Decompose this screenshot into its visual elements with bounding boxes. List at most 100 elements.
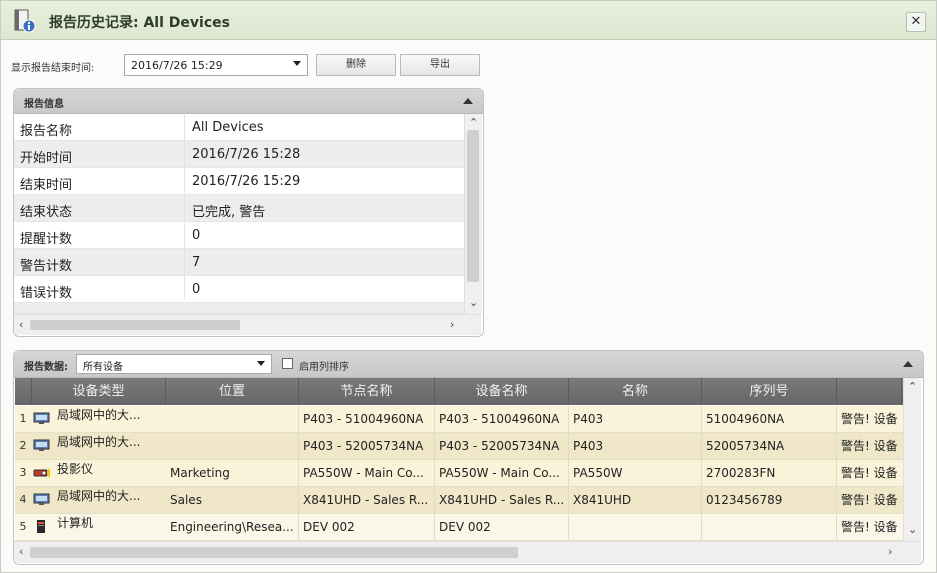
export-button[interactable]: 导出 — [400, 54, 480, 76]
table-row[interactable]: 2 局域网中的大... P403 - 52005734NA P403 - 520… — [15, 433, 918, 460]
scroll-right-icon[interactable]: › — [450, 319, 454, 331]
info-row: 结束时间 2016/7/26 15:29 — [14, 168, 464, 195]
name-cell: PA550W — [569, 460, 702, 486]
info-row: 通知 — [14, 303, 464, 314]
column-divider — [184, 113, 185, 299]
collapse-icon[interactable] — [463, 98, 473, 104]
row-number: 2 — [19, 439, 27, 452]
name-cell: P403 — [569, 406, 702, 432]
device-filter-select[interactable]: 所有设备 — [76, 354, 272, 374]
serial-cell: 2700283FN — [702, 460, 837, 486]
status-cell: 警告! 设备 — [841, 466, 898, 480]
info-value: 2016/7/26 15:29 — [192, 174, 301, 189]
scroll-thumb[interactable] — [30, 320, 240, 330]
info-key: 错误计数 — [20, 286, 73, 301]
end-time-label: 显示报告结束时间: — [11, 63, 95, 74]
serial-cell — [702, 514, 837, 540]
end-time-value: 2016/7/26 15:29 — [131, 59, 223, 72]
location-cell: Engineering\Resea... — [166, 514, 299, 540]
name-cell — [569, 514, 702, 540]
info-row: 提醒计数 0 — [14, 222, 464, 249]
scroll-down-icon[interactable]: ⌄ — [469, 297, 478, 309]
device-name-cell: X841UHD - Sales R... — [435, 487, 569, 513]
grid-vertical-scrollbar[interactable]: ⌃ ⌄ — [903, 378, 921, 541]
enable-sort-checkbox[interactable] — [282, 358, 293, 369]
device-name-cell: PA550W - Main Co... — [435, 460, 569, 486]
delete-button[interactable]: 删除 — [316, 54, 396, 76]
table-row[interactable]: 4 局域网中的大... Sales X841UHD - Sales R... X… — [15, 487, 918, 514]
info-horizontal-scrollbar[interactable]: ‹ › — [14, 314, 481, 335]
scroll-left-icon[interactable]: ‹ — [19, 319, 23, 331]
column-header[interactable]: 设备类型 — [32, 378, 166, 405]
node-name-cell: PA550W - Main Co... — [299, 460, 435, 486]
node-name-cell: P403 - 51004960NA — [299, 406, 435, 432]
report-info-header: 报告信息 — [14, 89, 483, 114]
table-row[interactable]: 1 局域网中的大... P403 - 51004960NA P403 - 510… — [15, 406, 918, 433]
serial-cell: 51004960NA — [702, 406, 837, 432]
name-cell: P403 — [569, 433, 702, 459]
collapse-icon[interactable] — [903, 361, 913, 367]
computer-icon — [37, 520, 45, 533]
status-cell: 警告! 设备 — [841, 493, 898, 507]
scroll-thumb[interactable] — [467, 130, 479, 282]
close-icon: ✕ — [910, 14, 922, 29]
column-header[interactable]: 位置 — [166, 378, 299, 405]
info-value: All Devices — [192, 120, 264, 135]
column-header[interactable] — [837, 378, 902, 405]
serial-cell: 52005734NA — [702, 433, 837, 459]
info-row: 报告名称 All Devices — [14, 114, 464, 141]
device-name-cell: P403 - 52005734NA — [435, 433, 569, 459]
node-name-cell: P403 - 52005734NA — [299, 433, 435, 459]
table-row[interactable]: 5 计算机 Engineering\Resea... DEV 002 DEV 0… — [15, 514, 918, 541]
info-vertical-scrollbar[interactable]: ⌃ ⌄ — [464, 114, 482, 314]
scroll-thumb[interactable] — [30, 547, 518, 558]
scroll-up-icon[interactable]: ⌃ — [908, 381, 917, 393]
grid-horizontal-scrollbar[interactable]: ‹ › — [14, 541, 921, 563]
network-device-icon — [33, 493, 50, 505]
location-cell — [166, 406, 299, 432]
node-name-cell: DEV 002 — [299, 514, 435, 540]
row-number-header — [15, 378, 32, 405]
location-cell — [166, 433, 299, 459]
info-value: 0 — [192, 228, 201, 243]
info-key: 警告计数 — [20, 259, 73, 274]
scroll-left-icon[interactable]: ‹ — [19, 546, 23, 558]
scroll-down-icon[interactable]: ⌄ — [908, 524, 917, 536]
report-data-panel: 报告数据: 所有设备 启用列排序 设备类型 位置 节点名称 设备名称 名称 序列… — [13, 350, 924, 565]
column-header[interactable]: 设备名称 — [435, 378, 569, 405]
row-number: 5 — [19, 520, 27, 533]
grid-header: 设备类型 位置 节点名称 设备名称 名称 序列号 — [15, 378, 918, 405]
info-key: 结束时间 — [20, 178, 73, 193]
status-cell: 警告! 设备 — [841, 412, 898, 426]
column-header[interactable]: 名称 — [569, 378, 702, 405]
column-header[interactable]: 序列号 — [702, 378, 837, 405]
name-cell: X841UHD — [569, 487, 702, 513]
scroll-up-icon[interactable]: ⌃ — [469, 117, 478, 129]
device-name-cell: DEV 002 — [435, 514, 569, 540]
device-type: 投影仪 — [57, 462, 94, 476]
row-number: 1 — [19, 412, 27, 425]
status-cell: 警告! 设备 — [841, 439, 898, 453]
serial-cell: 0123456789 — [702, 487, 837, 513]
info-row: 错误计数 0 — [14, 276, 464, 303]
info-key: 结束状态 — [20, 205, 73, 220]
info-row: 开始时间 2016/7/26 15:28 — [14, 141, 464, 168]
column-header[interactable]: 节点名称 — [299, 378, 435, 405]
node-name-cell: X841UHD - Sales R... — [299, 487, 435, 513]
location-cell: Marketing — [166, 460, 299, 486]
device-type: 局域网中的大... — [57, 408, 141, 422]
info-row: 警告计数 7 — [14, 249, 464, 276]
row-number: 4 — [19, 493, 27, 506]
row-number: 3 — [19, 466, 27, 479]
info-value: 已完成, 警告 — [192, 205, 266, 220]
end-time-select[interactable]: 2016/7/26 15:29 — [124, 54, 308, 76]
network-device-icon — [33, 439, 50, 451]
scroll-right-icon[interactable]: › — [888, 546, 892, 558]
title-bar: 报告历史记录: All Devices ✕ — [1, 1, 936, 40]
close-button[interactable]: ✕ — [906, 12, 926, 32]
device-filter-value: 所有设备 — [83, 362, 123, 373]
table-row[interactable]: 3 投影仪 Marketing PA550W - Main Co... PA55… — [15, 460, 918, 487]
info-value: 2016/7/26 15:28 — [192, 147, 301, 162]
info-value: 0 — [192, 282, 201, 297]
device-type: 局域网中的大... — [57, 489, 141, 503]
